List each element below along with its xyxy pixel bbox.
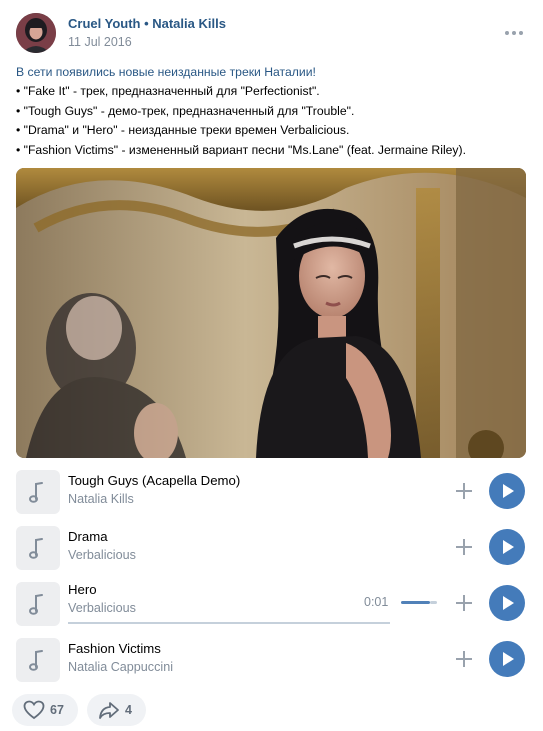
dot	[519, 31, 523, 35]
play-icon[interactable]	[489, 641, 525, 677]
heart-icon	[23, 700, 45, 720]
plus-icon[interactable]	[453, 480, 475, 502]
track-cover	[16, 582, 60, 626]
track-title[interactable]: Fashion Victims	[68, 641, 161, 656]
like-count: 67	[50, 703, 64, 717]
track-cover	[16, 638, 60, 682]
track-cover	[16, 526, 60, 570]
post-date[interactable]: 11 Jul 2016	[68, 35, 132, 49]
play-icon[interactable]	[489, 529, 525, 565]
music-note-icon	[29, 482, 43, 503]
playback-progress-bar[interactable]	[68, 622, 390, 624]
volume-track	[429, 601, 437, 604]
track-artist[interactable]: Natalia Cappuccini	[68, 660, 173, 674]
music-note-icon	[29, 538, 43, 559]
post-photo[interactable]	[16, 168, 526, 458]
audio-track[interactable]: Drama Verbalicious	[16, 525, 526, 571]
post-text-line: • "Drama" и "Hero" - неизданные треки вр…	[16, 123, 350, 138]
post-text-line: • "Fashion Victims" - измененный вариант…	[16, 142, 466, 157]
share-count: 4	[125, 703, 132, 717]
audio-track[interactable]: Tough Guys (Acapella Demo) Natalia Kills	[16, 469, 526, 515]
plus-icon[interactable]	[453, 592, 475, 614]
dot	[505, 31, 509, 35]
more-horizontal-icon[interactable]	[502, 24, 526, 42]
track-artist[interactable]: Natalia Kills	[68, 492, 134, 506]
like-button[interactable]: 67	[12, 694, 78, 726]
music-note-icon	[29, 594, 43, 615]
track-time: 0:01	[364, 595, 389, 609]
post-author[interactable]: Cruel Youth • Natalia Kills	[68, 16, 226, 31]
play-icon[interactable]	[489, 585, 525, 621]
volume-slider[interactable]	[401, 601, 437, 604]
audio-track-active[interactable]: Hero Verbalicious 0:01	[16, 581, 526, 627]
plus-icon[interactable]	[453, 536, 475, 558]
post-text-line: • "Fake It" - трек, предназначенный для …	[16, 84, 320, 99]
post-text: В сети появились новые неизданные треки …	[16, 63, 531, 160]
post-text-line: • "Tough Guys" - демо-трек, предназначен…	[16, 103, 355, 118]
play-icon[interactable]	[489, 473, 525, 509]
share-button[interactable]: 4	[87, 694, 146, 726]
plus-icon[interactable]	[453, 648, 475, 670]
track-title[interactable]: Hero	[68, 582, 97, 597]
dot	[512, 31, 516, 35]
audio-track[interactable]: Fashion Victims Natalia Cappuccini	[16, 637, 526, 683]
track-title[interactable]: Drama	[68, 529, 108, 544]
avatar[interactable]	[16, 13, 56, 53]
wall-post: Cruel Youth • Natalia Kills 11 Jul 2016 …	[0, 0, 543, 731]
volume-fill	[401, 601, 430, 604]
track-artist[interactable]: Verbalicious	[68, 548, 136, 562]
music-note-icon	[29, 650, 43, 671]
post-text-line: В сети появились новые неизданные треки …	[16, 65, 316, 79]
track-cover	[16, 470, 60, 514]
share-arrow-icon	[99, 702, 119, 719]
track-title[interactable]: Tough Guys (Acapella Demo)	[68, 473, 240, 488]
track-artist[interactable]: Verbalicious	[68, 601, 136, 615]
